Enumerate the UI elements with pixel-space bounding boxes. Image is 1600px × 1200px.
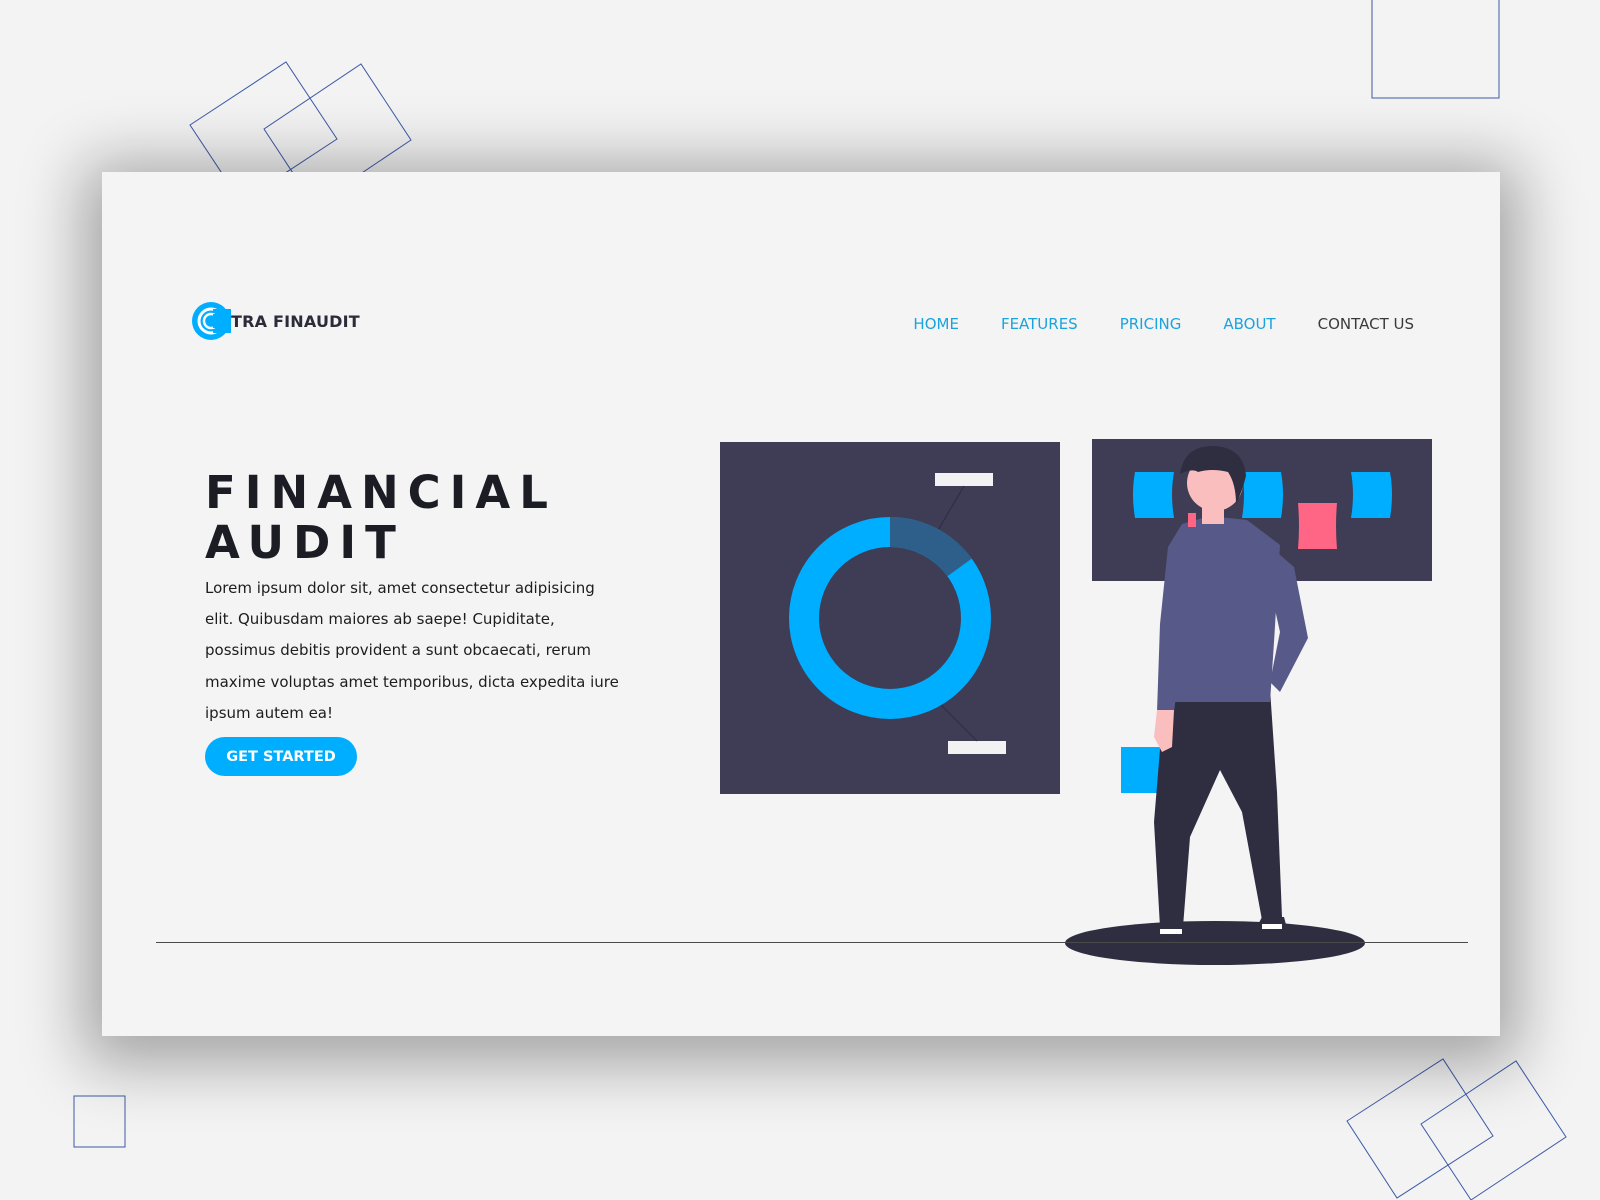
financial-analysis-illustration [720,439,1432,965]
page-background: TRA FINAUDIT HOME FEATURES PRICING ABOUT… [0,0,1600,1200]
deco-square-top-right [1371,0,1500,99]
ground-shadow [1065,921,1365,965]
deco-square-bottom-right-a [1346,1058,1494,1199]
bar-block-1 [1133,472,1174,518]
bar-block-2 [1242,472,1283,518]
deco-square-bottom-right-b [1420,1060,1567,1200]
landing-card: TRA FINAUDIT HOME FEATURES PRICING ABOUT… [102,172,1500,1036]
donut-label-bottom [948,741,1006,754]
footer-divider [156,942,1468,943]
donut-label-top [935,473,993,486]
donut-panel [720,442,1060,794]
bar-block-3 [1351,472,1392,518]
bar-block-pink [1298,503,1337,549]
deco-square-bottom-left [73,1095,126,1148]
